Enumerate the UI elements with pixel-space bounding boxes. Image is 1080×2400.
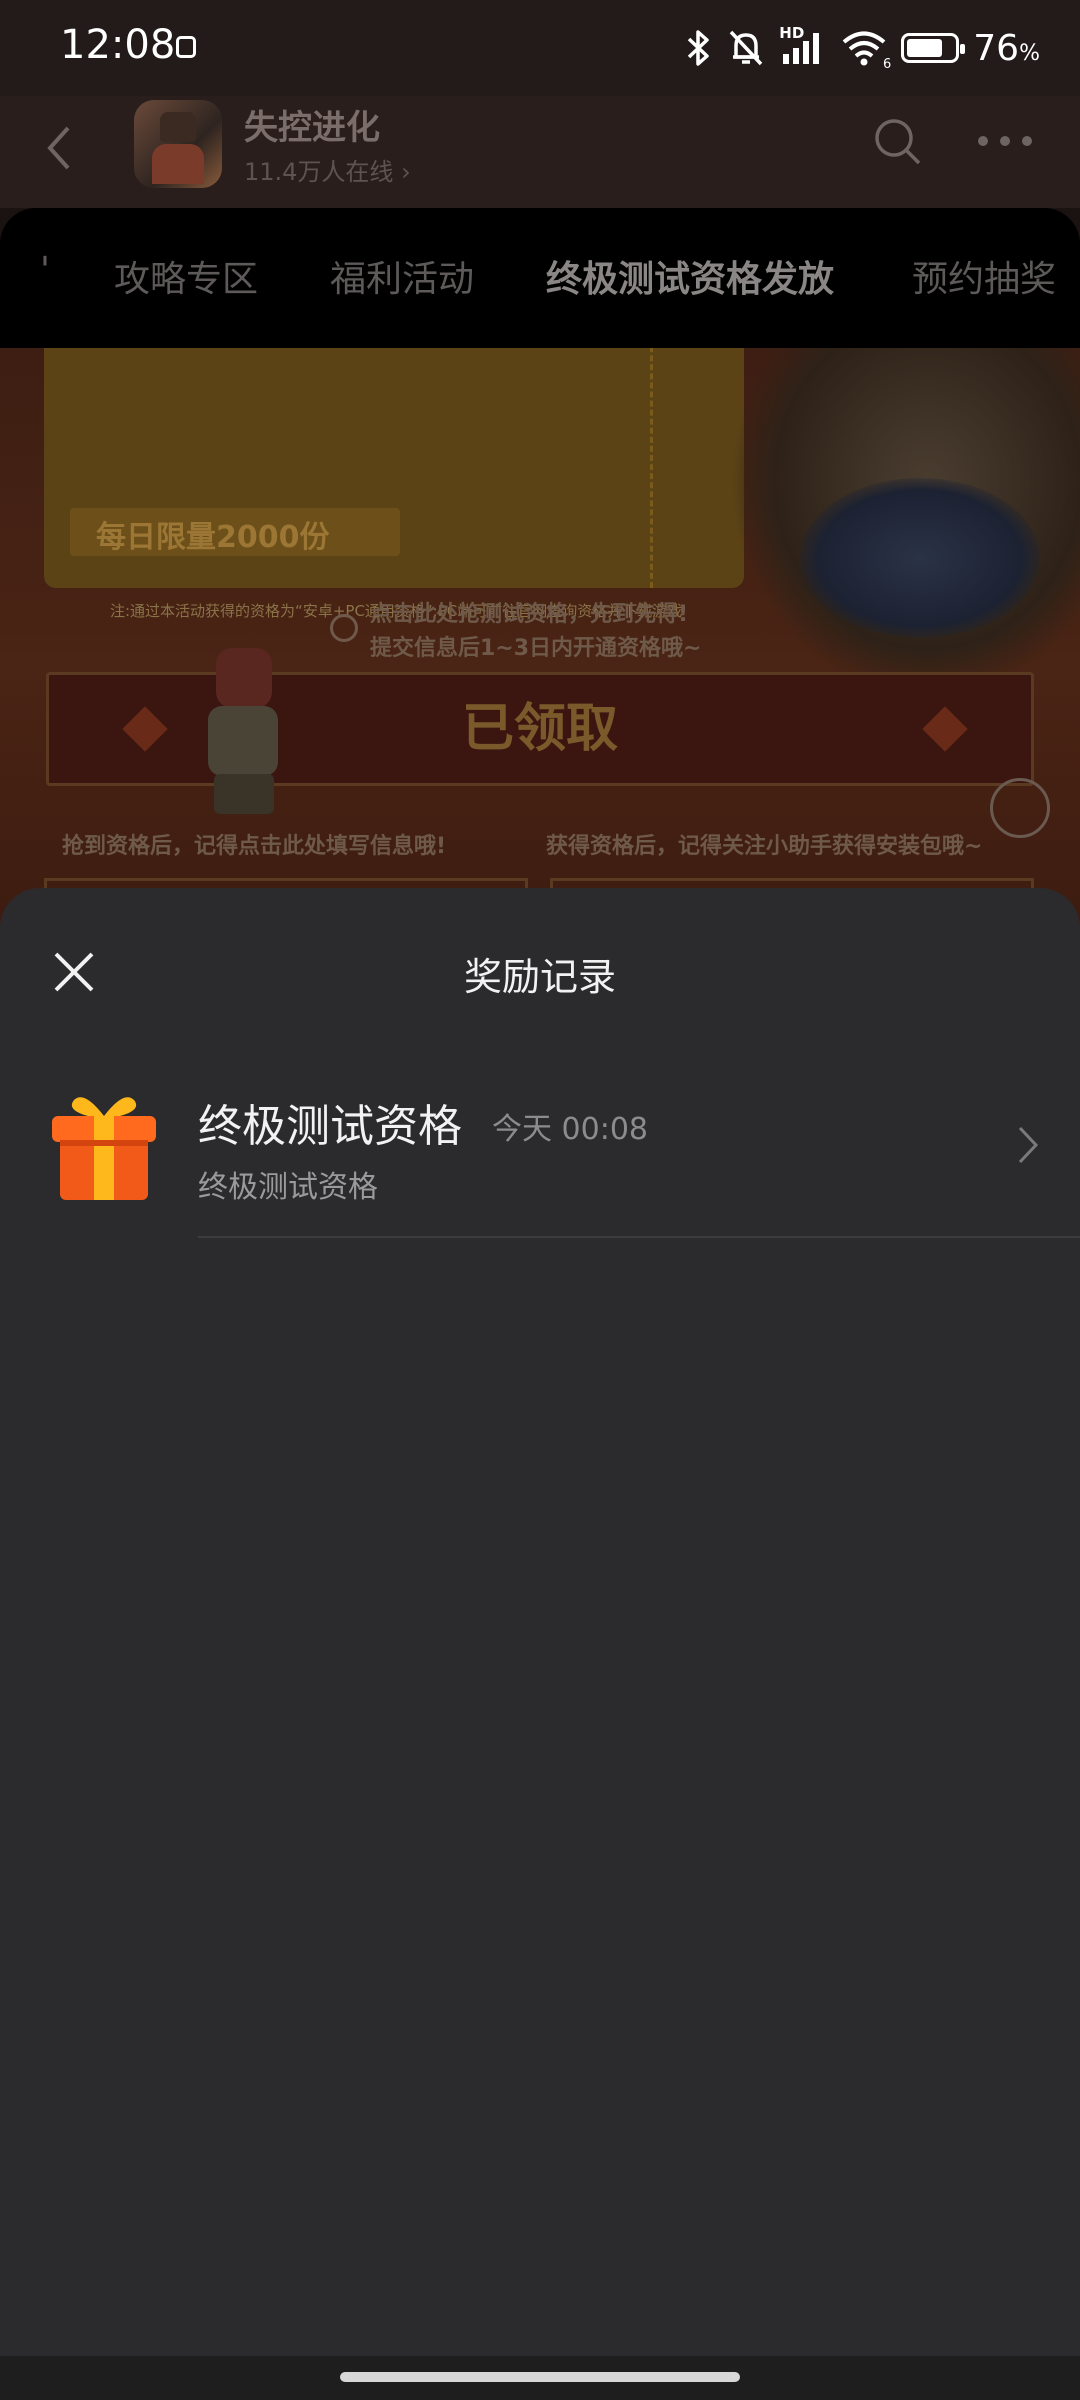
step-1-line-1: 点击此处抢测试资格，先到先得! [370,602,689,627]
status-bar: 12:08 HD 6 76% [0,0,1080,96]
status-time: 12:08 [60,22,176,68]
notification-app-icon [176,36,196,58]
sheet-title: 奖励记录 [463,955,616,999]
tab-partial-previous[interactable]: ' [40,250,50,291]
battery-value: 76 [973,27,1020,69]
chevron-right-icon: › [401,158,411,186]
wifi-version-label: 6 [883,57,892,72]
step-3-text: 获得资格后，记得关注小助手获得安装包哦~ [546,834,983,859]
record-subtitle: 终极测试资格 [198,1170,378,1205]
daily-limit-text: 每日限量2000份 [96,520,330,555]
battery-level [907,39,943,57]
record-title: 终极测试资格 [198,1101,462,1152]
online-count[interactable]: 11.4万人在线 › [244,152,411,187]
battery-unit: % [1019,40,1040,66]
game-name[interactable]: 失控进化 [244,100,380,149]
tab-welfare[interactable]: 福利活动 [330,250,474,302]
record-time: 今天 00:08 [492,1112,648,1147]
cellular-signal-icon: HD [779,24,827,68]
reward-record-row[interactable]: 终极测试资格 今天 00:08 终极测试资格 [0,1078,1080,1238]
soldier-hand-illustration [800,478,1040,638]
battery-text: 76% [973,28,1040,69]
bell-muted-icon [730,30,763,66]
step-1-line-2: 提交信息后1~3日内开通资格哦~ [370,636,702,661]
battery-icon [901,33,966,63]
tab-reservation-lottery[interactable]: 预约抽奖 [912,250,1056,302]
home-indicator[interactable] [340,2372,740,2382]
app-header: 失控进化 11.4万人在线 › [0,96,1080,208]
tab-guides[interactable]: 攻略专区 [114,250,258,302]
chevron-right-icon [1018,1126,1039,1164]
gift-icon [52,1097,156,1200]
step-1-badge [330,614,358,642]
record-divider [198,1236,1080,1238]
back-icon[interactable] [38,118,78,178]
tabs-bar: ' 攻略专区 福利活动 终极测试资格发放 预约抽奖 [0,208,1080,348]
system-nav-bar [0,2356,1080,2400]
wifi-icon: 6 [841,28,891,72]
game-avatar[interactable] [134,100,222,188]
online-count-text: 11.4万人在线 [244,158,394,186]
rocket-icon [990,778,1050,838]
tab-test-qualification[interactable]: 终极测试资格发放 [546,250,834,302]
status-icons: HD 6 76% [683,24,1040,72]
step-2-text: 抢到资格后，记得点击此处填写信息哦! [62,834,447,859]
ticket-stub [650,348,733,588]
bluetooth-icon [688,30,710,66]
reward-records-sheet: 奖励记录 终极测试资格 今天 00:08 终极测试资格 [0,888,1080,2400]
search-icon[interactable] [872,116,924,168]
more-icon[interactable] [978,136,1032,150]
step-1-text: 点击此处抢测试资格，先到先得! 提交信息后1~3日内开通资格哦~ [370,598,701,666]
mascot-illustration [190,648,300,818]
